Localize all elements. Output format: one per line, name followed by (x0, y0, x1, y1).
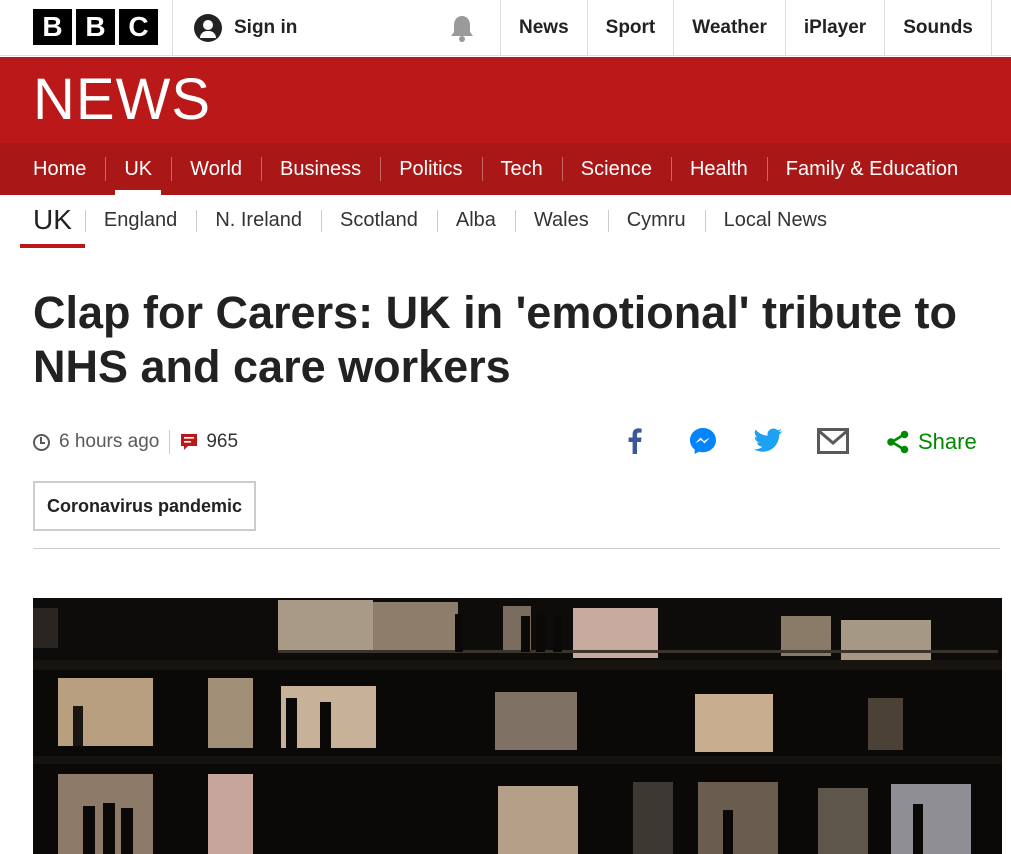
facebook-share-button[interactable] (618, 424, 652, 458)
section-nav-health[interactable]: Health (670, 143, 767, 195)
facebook-icon (628, 428, 642, 454)
comment-icon[interactable] (180, 433, 198, 451)
bbc-top-bar: B B C Sign in News Sport Weather iPlayer… (0, 0, 1011, 56)
top-nav-sport[interactable]: Sport (586, 0, 674, 56)
article-meta: 6 hours ago 965 (33, 426, 238, 458)
clock-icon (33, 433, 50, 451)
sub-nav-alba[interactable]: Alba (436, 195, 515, 245)
section-nav-home[interactable]: Home (14, 143, 105, 195)
sub-nav-uk-current[interactable]: UK (20, 195, 85, 248)
share-button[interactable]: Share (886, 426, 977, 458)
news-masthead: NEWS (0, 57, 1011, 143)
bbc-logo-letter: B (33, 9, 72, 45)
sub-nav-n-ireland[interactable]: N. Ireland (196, 195, 321, 245)
top-nav-links: News Sport Weather iPlayer Sounds (500, 0, 992, 56)
sub-nav: UK England N. Ireland Scotland Alba Wale… (0, 195, 1011, 251)
article-headline: Clap for Carers: UK in 'emotional' tribu… (33, 287, 957, 392)
section-nav-family-education[interactable]: Family & Education (766, 143, 977, 195)
sub-nav-cymru[interactable]: Cymru (607, 195, 705, 245)
sub-nav-england[interactable]: England (84, 195, 196, 245)
messenger-share-button[interactable] (686, 424, 720, 458)
comment-count[interactable]: 965 (206, 431, 238, 453)
news-wordmark[interactable]: NEWS (33, 69, 211, 131)
sub-nav-scotland[interactable]: Scotland (321, 195, 437, 245)
section-nav-world[interactable]: World (171, 143, 261, 195)
divider (172, 0, 173, 56)
section-nav-uk[interactable]: UK (105, 143, 171, 195)
share-icon (887, 430, 909, 454)
section-nav-business[interactable]: Business (261, 143, 380, 195)
sign-in-link[interactable]: Sign in (194, 0, 297, 56)
share-label: Share (918, 429, 977, 454)
section-nav-science[interactable]: Science (561, 143, 671, 195)
divider (169, 430, 171, 454)
twitter-icon (753, 428, 782, 452)
bell-icon (451, 16, 473, 42)
sub-nav-local-news[interactable]: Local News (704, 195, 846, 245)
email-share-button[interactable] (816, 424, 850, 458)
sign-in-label: Sign in (234, 17, 298, 38)
bbc-logo-letter: B (76, 9, 115, 45)
notifications-button[interactable] (424, 0, 500, 56)
divider (33, 548, 1000, 549)
top-nav-sounds[interactable]: Sounds (884, 0, 992, 56)
twitter-share-button[interactable] (751, 424, 785, 458)
topic-tag-coronavirus[interactable]: Coronavirus pandemic (33, 481, 257, 531)
top-nav-weather[interactable]: Weather (673, 0, 785, 56)
user-avatar-icon (194, 14, 222, 42)
sub-nav-wales[interactable]: Wales (514, 195, 608, 245)
section-nav: Home UK World Business Politics Tech Sci… (0, 143, 1011, 195)
bbc-logo[interactable]: B B C (33, 9, 158, 45)
article-timestamp: 6 hours ago (59, 431, 160, 452)
article-hero-image (33, 598, 1002, 854)
top-nav-iplayer[interactable]: iPlayer (784, 0, 884, 56)
section-nav-politics[interactable]: Politics (380, 143, 481, 195)
section-nav-tech[interactable]: Tech (481, 143, 562, 195)
bbc-logo-letter: C (119, 9, 158, 45)
email-icon (817, 428, 849, 454)
messenger-icon (690, 428, 716, 454)
top-nav-news[interactable]: News (500, 0, 587, 56)
apartment-balconies-night-photo (33, 598, 1002, 854)
